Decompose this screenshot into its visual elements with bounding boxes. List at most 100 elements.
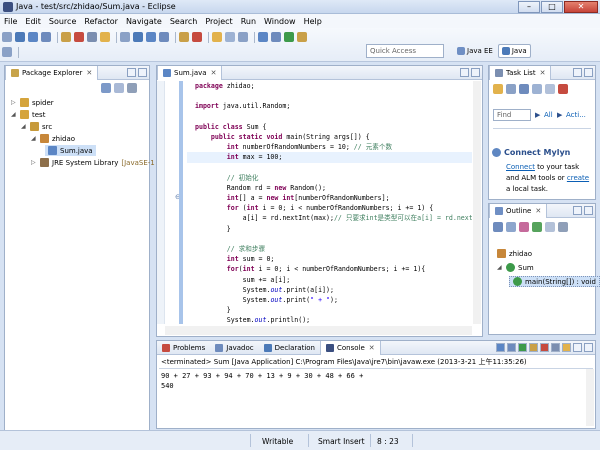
remove-launch-icon[interactable]: [507, 343, 516, 352]
tab-problems[interactable]: Problems: [157, 341, 210, 355]
code-line[interactable]: int numberOfRandomNumbers = 10; // 元素个数: [187, 142, 472, 152]
back-icon[interactable]: [284, 32, 294, 42]
hide-nonpublic-icon[interactable]: [532, 222, 542, 232]
menu-window[interactable]: Window: [264, 17, 296, 26]
code-line[interactable]: [187, 163, 472, 173]
menu-refactor[interactable]: Refactor: [84, 17, 118, 26]
run-last-icon[interactable]: [100, 32, 110, 42]
tab-task-list[interactable]: Task List ✕: [489, 65, 552, 80]
annotation-icon[interactable]: [212, 32, 222, 42]
code-line[interactable]: int[] a = new int[numberOfRandomNumbers]…: [187, 193, 472, 203]
menu-project[interactable]: Project: [205, 17, 232, 26]
delete-icon[interactable]: [558, 84, 568, 94]
save-icon[interactable]: [15, 32, 25, 42]
search-icon[interactable]: [192, 32, 202, 42]
maximize-view-button[interactable]: [584, 206, 593, 215]
code-line[interactable]: a[i] = rd.nextInt(max);// 只要求int是类型可以在a[…: [187, 213, 472, 223]
new-server-icon[interactable]: [61, 32, 71, 42]
code-line[interactable]: }: [187, 224, 472, 234]
close-tab-icon[interactable]: ✕: [211, 69, 217, 77]
save-all-icon[interactable]: [28, 32, 38, 42]
outline-item-method[interactable]: main(String[]) : void: [509, 276, 600, 287]
new-package-icon[interactable]: [146, 32, 156, 42]
minimize-view-button[interactable]: [573, 68, 582, 77]
view-menu-icon[interactable]: [558, 222, 568, 232]
new-task-icon[interactable]: [493, 84, 503, 94]
external-tools-icon[interactable]: [120, 32, 130, 42]
code-line[interactable]: }: [187, 305, 472, 315]
tab-console[interactable]: Console ✕: [320, 340, 381, 355]
print-icon[interactable]: [41, 32, 51, 42]
pin-console-icon[interactable]: [540, 343, 549, 352]
code-line[interactable]: public class Sum {: [187, 122, 472, 132]
next-annotation-icon[interactable]: [258, 32, 268, 42]
minimize-view-button[interactable]: [573, 206, 582, 215]
code-line[interactable]: [187, 112, 472, 122]
vertical-scrollbar[interactable]: [473, 81, 481, 324]
view-menu-icon[interactable]: [127, 83, 137, 93]
tree-item-spider[interactable]: ▷ spider: [11, 97, 54, 108]
debug-icon[interactable]: [74, 32, 84, 42]
code-line[interactable]: System.out.print(a[i]);: [187, 285, 472, 295]
outline-item-package[interactable]: zhidao: [497, 248, 532, 259]
horizontal-scrollbar[interactable]: [165, 326, 472, 335]
categorize-icon[interactable]: [506, 84, 516, 94]
code-line[interactable]: sum += a[i];: [187, 275, 472, 285]
perspective-java-ee[interactable]: Java EE: [454, 45, 496, 57]
connect-link[interactable]: Connect: [506, 163, 535, 171]
hide-local-types-icon[interactable]: [545, 222, 555, 232]
code-line[interactable]: int sum = 0;: [187, 254, 472, 264]
tree-item-jre-system-library[interactable]: ▷ JRE System Library [JavaSE-1: [31, 157, 155, 168]
sync-icon[interactable]: [532, 84, 542, 94]
tab-package-explorer[interactable]: Package Explorer ✕: [5, 65, 99, 80]
prev-annotation-icon[interactable]: [271, 32, 281, 42]
code-line[interactable]: for(int i = 0; i < numberOfRandomNumbers…: [187, 264, 472, 274]
menu-file[interactable]: File: [4, 17, 17, 26]
collapse-icon[interactable]: [545, 84, 555, 94]
run-icon[interactable]: [87, 32, 97, 42]
maximize-view-button[interactable]: [584, 68, 593, 77]
minimize-button[interactable]: –: [518, 1, 540, 13]
code-line[interactable]: int max = 100;: [187, 152, 472, 163]
menu-run[interactable]: Run: [241, 17, 256, 26]
pin-icon[interactable]: [238, 32, 248, 42]
close-tab-icon[interactable]: ✕: [86, 69, 92, 77]
close-tab-icon[interactable]: ✕: [535, 207, 541, 215]
code-line[interactable]: Random rd = new Random();: [187, 183, 472, 193]
activate-arrow-icon[interactable]: ▶: [557, 111, 562, 119]
scroll-lock-icon[interactable]: [529, 343, 538, 352]
close-tab-icon[interactable]: ✕: [369, 344, 375, 352]
code-line[interactable]: System.out.print(" + ");: [187, 295, 472, 305]
menu-source[interactable]: Source: [49, 17, 76, 26]
outline-item-class[interactable]: ◢ Sum: [497, 262, 534, 273]
console-output[interactable]: 90 + 27 + 93 + 94 + 70 + 13 + 9 + 30 + 4…: [161, 371, 583, 391]
filter-all-link[interactable]: All: [544, 111, 553, 119]
minimize-view-button[interactable]: [127, 68, 136, 77]
maximize-view-button[interactable]: [584, 343, 593, 352]
collapse-all-icon[interactable]: [101, 83, 111, 93]
minimize-view-button[interactable]: [460, 68, 469, 77]
tree-item-src[interactable]: ◢ src: [21, 121, 52, 132]
code-line[interactable]: System.out.println();: [187, 315, 472, 324]
link-with-editor-icon[interactable]: [114, 83, 124, 93]
maximize-button[interactable]: □: [541, 1, 563, 13]
collapsed-arrow-icon[interactable]: ▷: [11, 99, 18, 106]
sort-icon[interactable]: [493, 222, 503, 232]
menu-edit[interactable]: Edit: [25, 17, 41, 26]
clear-console-icon[interactable]: [518, 343, 527, 352]
code-line[interactable]: for (int i = 0; i < numberOfRandomNumber…: [187, 203, 472, 213]
tree-item-zhidao[interactable]: ◢ zhidao: [31, 133, 75, 144]
perspective-java[interactable]: Java: [497, 44, 531, 58]
code-line[interactable]: // 初始化: [187, 173, 472, 183]
tab-javadoc[interactable]: Javadoc: [210, 341, 258, 355]
perspective-open-icon[interactable]: [2, 47, 12, 57]
new-java-project-icon[interactable]: [133, 32, 143, 42]
filter-icon[interactable]: [519, 84, 529, 94]
create-link[interactable]: create: [567, 174, 589, 182]
tab-sum-java[interactable]: Sum.java ✕: [157, 65, 223, 80]
filter-activate-link[interactable]: Acti...: [566, 111, 586, 119]
open-type-icon[interactable]: [179, 32, 189, 42]
menu-navigate[interactable]: Navigate: [126, 17, 162, 26]
minimize-view-button[interactable]: [573, 343, 582, 352]
quick-access-input[interactable]: Quick Access: [366, 44, 444, 58]
